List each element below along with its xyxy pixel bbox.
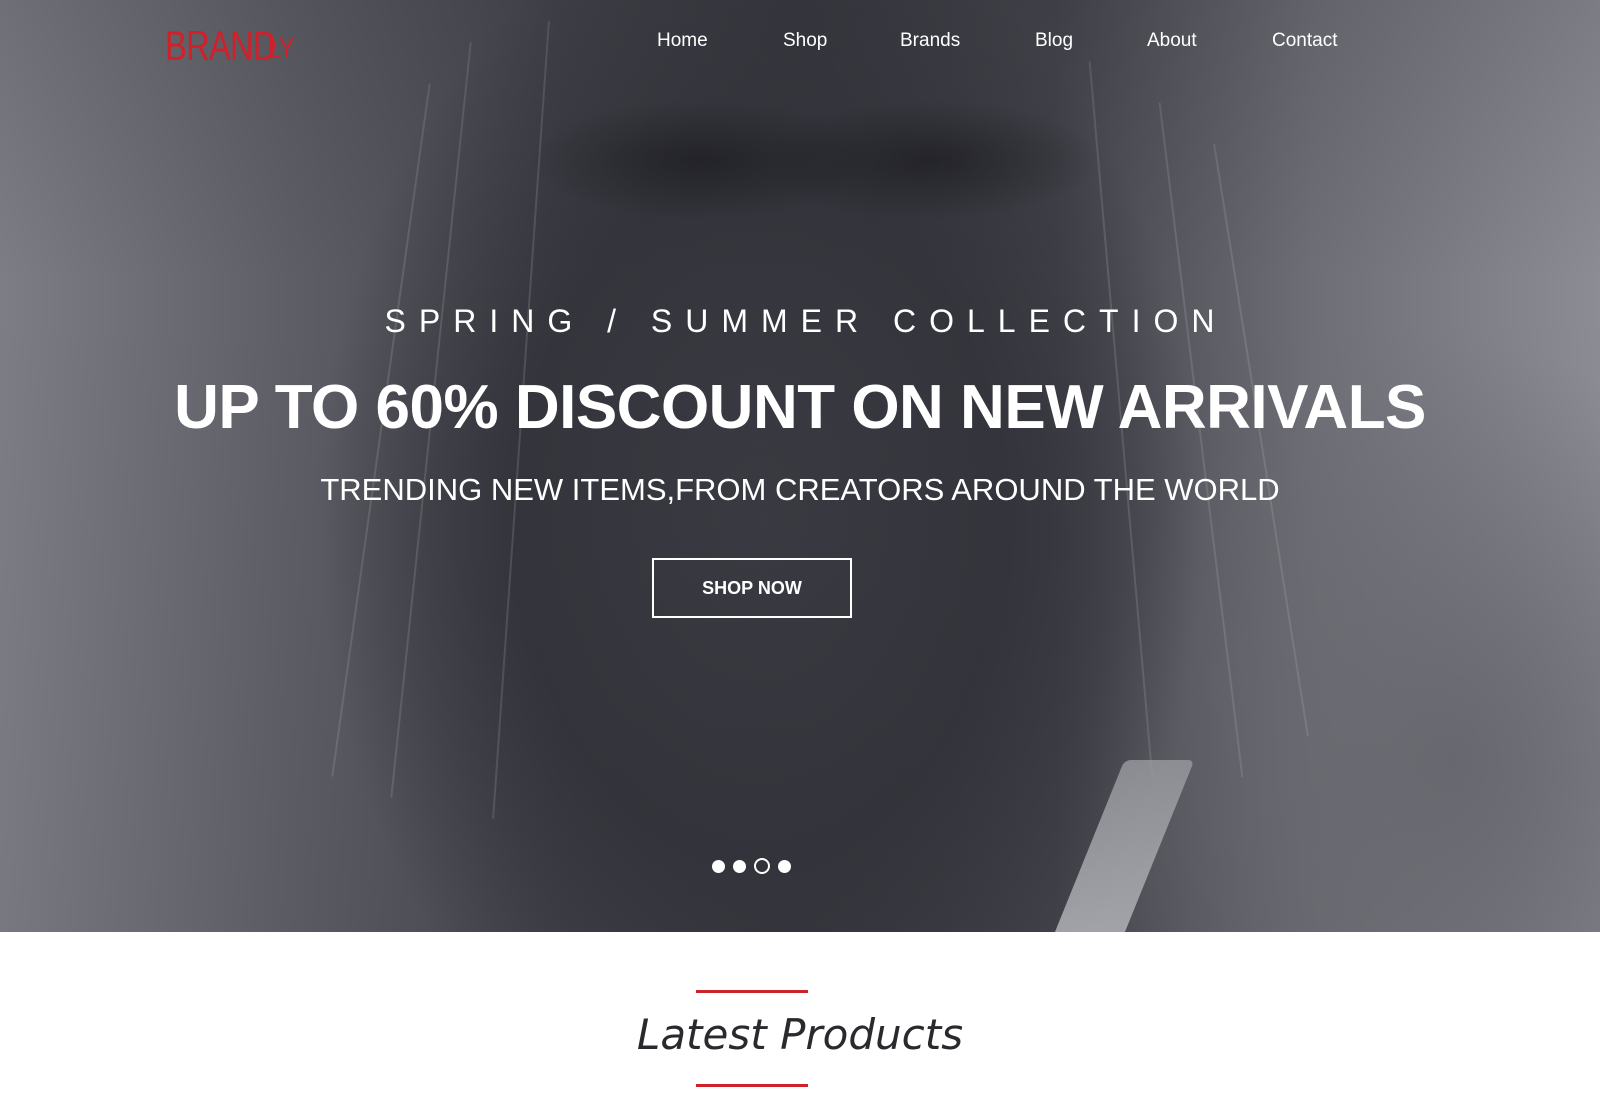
- hero-headline: UP TO 60% DISCOUNT ON NEW ARRIVALS: [174, 373, 1426, 442]
- nav-item-brands[interactable]: Brands: [900, 30, 960, 52]
- slider-pagination: [712, 858, 791, 874]
- nav-item-shop[interactable]: Shop: [783, 30, 827, 52]
- nav-item-about[interactable]: About: [1147, 30, 1197, 52]
- shop-now-button[interactable]: SHOP NOW: [652, 558, 852, 618]
- hero-tagline: TRENDING NEW ITEMS,FROM CREATORS AROUND …: [320, 472, 1280, 507]
- hero-subtitle: SPRING / SUMMER COLLECTION: [384, 303, 1228, 339]
- slider-dot-1[interactable]: [712, 859, 725, 873]
- title-divider-bottom: [696, 1084, 808, 1087]
- nav-item-contact[interactable]: Contact: [1272, 30, 1337, 52]
- slider-dot-3[interactable]: [754, 858, 770, 874]
- nav-item-blog[interactable]: Blog: [1035, 30, 1073, 52]
- slider-dot-4[interactable]: [778, 859, 791, 873]
- main-nav: Home Shop Brands Blog About Contact: [0, 30, 1600, 60]
- hero-banner: [0, 0, 1600, 932]
- latest-products-title: Latest Products: [636, 1010, 964, 1059]
- nav-item-home[interactable]: Home: [657, 30, 708, 52]
- title-divider-top: [696, 990, 808, 993]
- slider-dot-2[interactable]: [733, 859, 746, 873]
